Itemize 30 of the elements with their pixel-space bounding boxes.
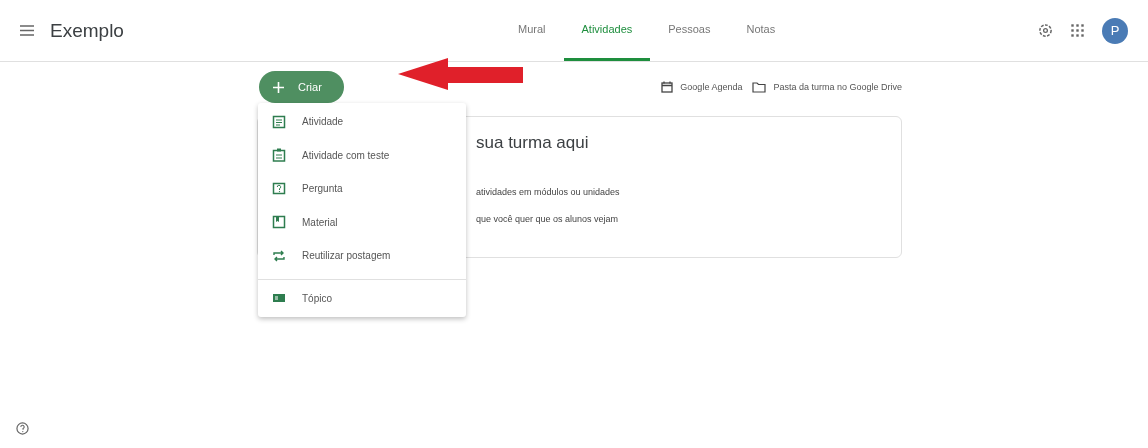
folder-icon	[752, 81, 767, 93]
toolbar-link[interactable]: Pasta da turma no Google Drive	[752, 81, 902, 93]
menu-icon[interactable]	[20, 25, 34, 36]
nav-tab[interactable]: Mural	[500, 0, 564, 61]
help-icon[interactable]	[16, 421, 29, 435]
question-icon	[272, 181, 286, 196]
settings-icon[interactable]	[1038, 23, 1053, 38]
calendar-icon	[661, 81, 674, 93]
menu-item[interactable]: Pergunta	[258, 172, 466, 206]
user-avatar[interactable]: P	[1102, 17, 1128, 44]
menu-item[interactable]: Atividade	[258, 105, 466, 139]
menu-item[interactable]: Material	[258, 205, 466, 239]
menu-item[interactable]: Tópico	[258, 281, 466, 315]
create-button[interactable]: Criar	[259, 71, 344, 103]
material-icon	[272, 215, 286, 230]
card-text: que você quer que os alunos vejam	[476, 214, 620, 224]
menu-item[interactable]: Atividade com teste	[258, 138, 466, 172]
card-title: sua turma aqui	[476, 133, 590, 153]
menu-item[interactable]: Reutilizar postagem	[258, 239, 466, 273]
nav-tab[interactable]: Notas	[728, 0, 794, 61]
clipboard-icon	[272, 148, 286, 163]
card-text: atividades em módulos ou unidades	[476, 187, 621, 197]
apps-grid-icon[interactable]	[1071, 24, 1084, 37]
nav-tab[interactable]: Atividades	[563, 0, 651, 61]
nav-tab[interactable]: Pessoas	[650, 0, 729, 61]
class-title: Exemplo	[50, 19, 125, 42]
assignment-icon	[272, 114, 286, 129]
toolbar-link[interactable]: Google Agenda	[661, 81, 743, 93]
plus-icon	[273, 81, 284, 93]
repeat-icon	[272, 248, 286, 263]
